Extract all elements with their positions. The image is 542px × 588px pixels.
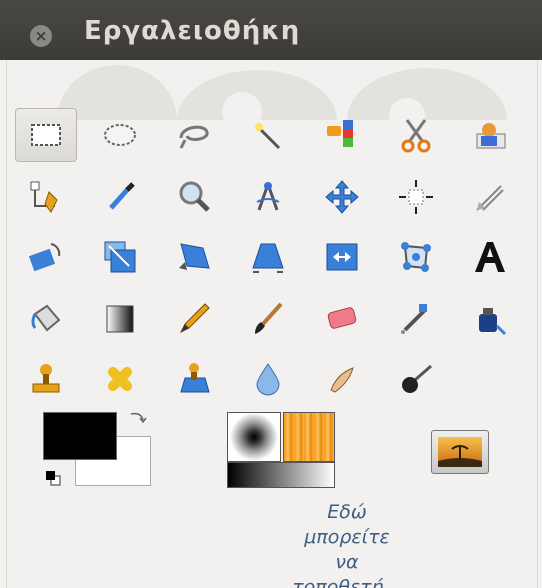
shear-tool[interactable] <box>163 230 225 284</box>
measure-tool[interactable] <box>237 170 299 224</box>
select-by-color-tool[interactable] <box>311 108 373 162</box>
hint-line: τοποθετή... <box>292 576 402 588</box>
color-picker-icon <box>109 182 135 210</box>
flip-icon <box>326 243 358 271</box>
perspective-tool[interactable] <box>237 230 299 284</box>
rotate-icon <box>28 243 61 272</box>
window-title: Εργαλειοθήκη <box>84 16 301 46</box>
foreground-select-tool[interactable] <box>459 108 521 162</box>
scissors-select-icon <box>401 119 431 153</box>
airbrush-icon <box>401 304 427 334</box>
paths-icon <box>30 181 58 213</box>
bucket-fill-icon <box>31 304 61 332</box>
clone-tool[interactable] <box>15 352 77 406</box>
clone-icon <box>32 364 60 393</box>
color-area <box>43 410 163 490</box>
ink-icon <box>479 308 507 336</box>
rotate-tool[interactable] <box>15 230 77 284</box>
hint-line: να <box>335 551 359 573</box>
ellipse-select-tool[interactable] <box>89 108 151 162</box>
active-image-thumbnail[interactable] <box>431 430 489 474</box>
scissors-select-tool[interactable] <box>385 108 447 162</box>
zoom-icon <box>179 181 210 212</box>
free-select-tool[interactable] <box>163 108 225 162</box>
active-pattern-preview[interactable] <box>283 412 335 462</box>
paintbrush-icon <box>255 302 283 334</box>
foreground-color-swatch[interactable] <box>43 412 117 460</box>
fuzzy-select-tool[interactable] <box>237 108 299 162</box>
flip-tool[interactable] <box>311 230 373 284</box>
align-tool[interactable] <box>385 170 447 224</box>
blend-icon <box>106 305 134 333</box>
landscape-icon <box>438 437 482 467</box>
drop-hint-text: Εδώ μπορείτε να τοποθετή... <box>287 500 407 588</box>
pencil-icon <box>179 303 210 334</box>
scale-icon <box>104 241 136 273</box>
color-picker-tool[interactable] <box>89 170 151 224</box>
close-button[interactable]: × <box>30 25 52 47</box>
fuzzy-select-icon <box>255 123 281 150</box>
scale-tool[interactable] <box>89 230 151 284</box>
swap-colors-icon[interactable] <box>127 410 149 428</box>
rect-select-icon <box>31 124 61 146</box>
rect-select-tool[interactable] <box>15 108 77 162</box>
move-tool[interactable] <box>311 170 373 224</box>
active-gradient-preview[interactable] <box>227 462 335 488</box>
select-by-color-icon <box>327 120 353 147</box>
text-icon <box>475 242 505 272</box>
smudge-tool[interactable] <box>311 352 373 406</box>
airbrush-tool[interactable] <box>385 292 447 346</box>
zoom-tool[interactable] <box>163 170 225 224</box>
dodge-burn-icon <box>402 364 432 393</box>
paintbrush-tool[interactable] <box>237 292 299 346</box>
paths-tool[interactable] <box>15 170 77 224</box>
free-select-icon <box>179 125 209 149</box>
eraser-tool[interactable] <box>311 292 373 346</box>
ellipse-select-icon <box>104 124 136 146</box>
tool-grid <box>7 60 537 420</box>
crop-icon <box>476 185 504 211</box>
active-brush-preview[interactable] <box>227 412 281 462</box>
dodge-burn-tool[interactable] <box>385 352 447 406</box>
blend-tool[interactable] <box>89 292 151 346</box>
heal-tool[interactable] <box>89 352 151 406</box>
default-colors-icon[interactable] <box>45 470 61 486</box>
heal-icon <box>107 366 133 392</box>
cage-transform-icon <box>401 242 431 272</box>
title-bar: × Εργαλειοθήκη <box>0 0 542 60</box>
bucket-fill-tool[interactable] <box>15 292 77 346</box>
text-tool[interactable] <box>459 230 521 284</box>
shear-icon <box>179 243 210 270</box>
pencil-tool[interactable] <box>163 292 225 346</box>
measure-icon <box>256 182 280 211</box>
hint-line: μπορείτε <box>304 526 390 548</box>
smudge-icon <box>330 367 354 393</box>
perspective-clone-tool[interactable] <box>163 352 225 406</box>
move-icon <box>325 180 359 214</box>
perspective-icon <box>252 243 284 273</box>
eraser-icon <box>327 307 357 329</box>
foreground-select-icon <box>476 123 506 149</box>
perspective-clone-icon <box>180 363 210 393</box>
blur-sharpen-icon <box>256 363 280 396</box>
align-icon <box>399 180 433 214</box>
ink-tool[interactable] <box>459 292 521 346</box>
cage-transform-tool[interactable] <box>385 230 447 284</box>
hint-line: Εδώ <box>327 501 367 523</box>
toolbox-panel: Εδώ μπορείτε να τοποθετή... <box>6 60 538 588</box>
crop-tool[interactable] <box>459 170 521 224</box>
blur-sharpen-tool[interactable] <box>237 352 299 406</box>
